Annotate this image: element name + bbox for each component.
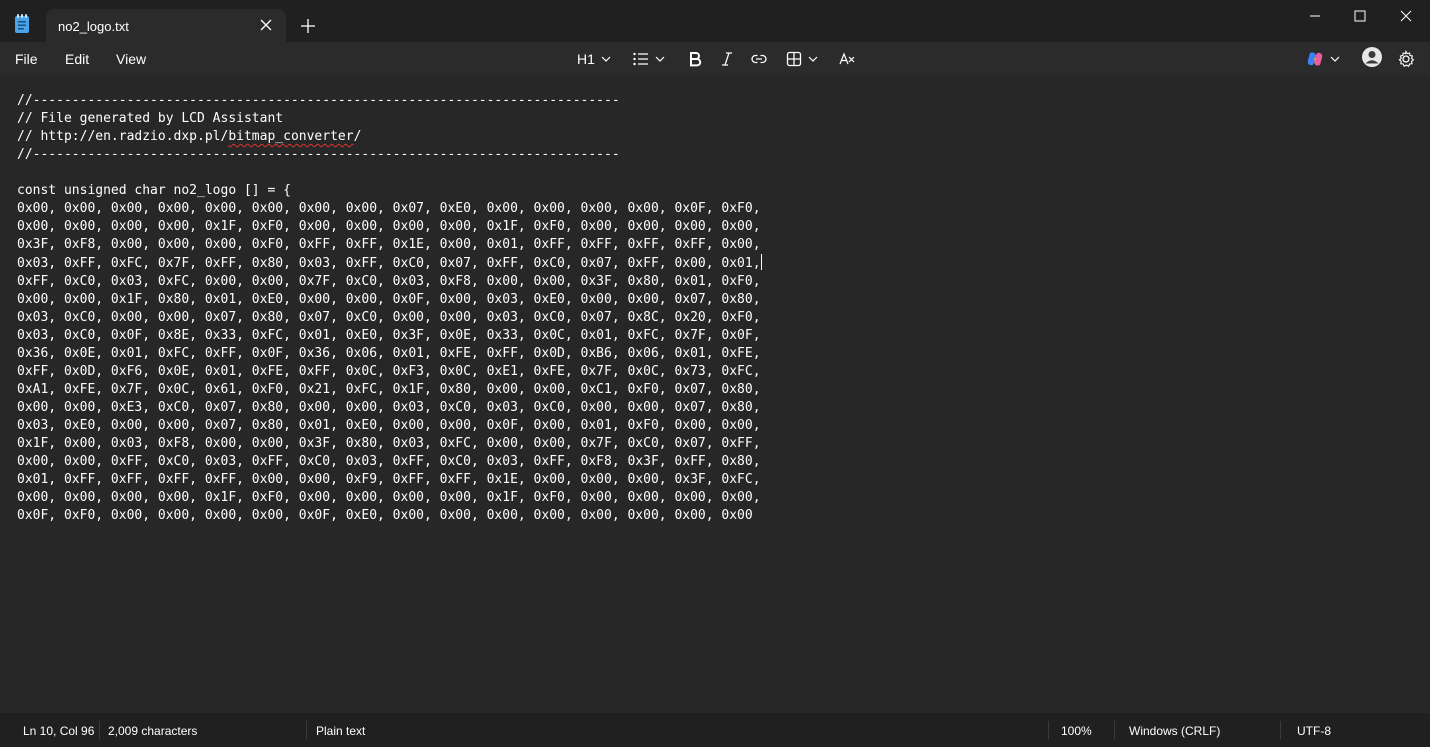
maximize-button[interactable] <box>1337 0 1383 32</box>
close-window-icon <box>1400 10 1412 22</box>
line-19: 0x03, 0xE0, 0x00, 0x00, 0x07, 0x80, 0x01… <box>17 418 761 433</box>
chevron-down-icon <box>808 56 818 62</box>
line-16: 0xFF, 0x0D, 0xF6, 0x0E, 0x01, 0xFE, 0xFF… <box>17 364 761 379</box>
italic-button[interactable] <box>721 49 733 69</box>
url-suffix: / <box>353 129 362 144</box>
link-icon <box>751 54 767 64</box>
notepad-window: no2_logo.txt File Edit View H1 //-------… <box>0 0 1430 747</box>
tab-title: no2_logo.txt <box>58 19 129 34</box>
line-1: //--------------------------------------… <box>17 93 620 108</box>
line-9: 0x3F, 0xF8, 0x00, 0x00, 0x00, 0xF0, 0xFF… <box>17 237 761 252</box>
menu-view[interactable]: View <box>116 51 146 67</box>
line-ending[interactable]: Windows (CRLF) <box>1129 724 1220 738</box>
list-dropdown[interactable] <box>633 49 665 69</box>
status-divider <box>1048 721 1049 739</box>
line-18: 0x00, 0x00, 0xE3, 0xC0, 0x07, 0x80, 0x00… <box>17 400 761 415</box>
copilot-icon <box>1307 52 1323 66</box>
line-3: // http://en.radzio.dxp.pl/bitmap_conver… <box>17 129 361 144</box>
misspelled-word[interactable]: bitmap_converter <box>228 129 353 144</box>
bold-icon <box>690 52 702 67</box>
line-24: 0x0F, 0xF0, 0x00, 0x00, 0x00, 0x00, 0x0F… <box>17 508 753 523</box>
line-6: const unsigned char no2_logo [] = { <box>17 183 291 198</box>
link-button[interactable] <box>751 49 767 69</box>
notepad-app-icon <box>15 14 29 33</box>
chevron-down-icon <box>1330 56 1340 62</box>
line-20: 0x1F, 0x00, 0x03, 0xF8, 0x00, 0x00, 0x3F… <box>17 436 761 451</box>
title-bar: no2_logo.txt <box>0 0 1430 42</box>
line-23: 0x00, 0x00, 0x00, 0x00, 0x1F, 0xF0, 0x00… <box>17 490 761 505</box>
chevron-down-icon <box>655 56 665 62</box>
minimize-icon <box>1310 15 1320 17</box>
file-format[interactable]: Plain text <box>316 724 365 738</box>
account-button[interactable] <box>1361 47 1383 67</box>
menu-file[interactable]: File <box>15 51 38 67</box>
line-14: 0x03, 0xC0, 0x0F, 0x8E, 0x33, 0xFC, 0x01… <box>17 328 761 343</box>
cursor-position[interactable]: Ln 10, Col 96 <box>23 724 94 738</box>
table-icon <box>786 51 802 67</box>
clear-formatting-icon <box>839 52 855 65</box>
status-divider <box>1280 721 1281 739</box>
minimize-button[interactable] <box>1292 0 1338 32</box>
bold-button[interactable] <box>688 49 702 69</box>
zoom-level[interactable]: 100% <box>1061 724 1092 738</box>
italic-icon <box>722 52 732 66</box>
line-4: //--------------------------------------… <box>17 147 620 162</box>
encoding[interactable]: UTF-8 <box>1297 724 1331 738</box>
document-tab[interactable]: no2_logo.txt <box>46 9 286 42</box>
new-tab-icon[interactable] <box>300 18 316 34</box>
line-12: 0x00, 0x00, 0x1F, 0x80, 0x01, 0xE0, 0x00… <box>17 292 761 307</box>
url-prefix: // http://en.radzio.dxp.pl/ <box>17 129 229 144</box>
heading-dropdown[interactable]: H1 <box>577 49 611 69</box>
close-icon[interactable] <box>258 17 274 33</box>
line-15: 0x36, 0x0E, 0x01, 0xFC, 0xFF, 0x0F, 0x36… <box>17 346 761 361</box>
status-divider <box>306 721 307 739</box>
line-7: 0x00, 0x00, 0x00, 0x00, 0x00, 0x00, 0x00… <box>17 201 761 216</box>
heading-label: H1 <box>577 51 595 67</box>
line-21: 0x00, 0x00, 0xFF, 0xC0, 0x03, 0xFF, 0xC0… <box>17 454 761 469</box>
line-8: 0x00, 0x00, 0x00, 0x00, 0x1F, 0xF0, 0x00… <box>17 219 761 234</box>
line-13: 0x03, 0xC0, 0x00, 0x00, 0x07, 0x80, 0x07… <box>17 310 761 325</box>
copilot-dropdown[interactable] <box>1306 49 1340 69</box>
status-divider <box>1114 721 1115 739</box>
line-17: 0xA1, 0xFE, 0x7F, 0x0C, 0x61, 0xF0, 0x21… <box>17 382 761 397</box>
maximize-icon <box>1354 10 1366 22</box>
menu-bar: File Edit View H1 <box>0 42 1430 76</box>
settings-button[interactable] <box>1397 49 1415 69</box>
editor-content[interactable]: //--------------------------------------… <box>17 92 762 525</box>
bulleted-list-icon <box>633 52 648 66</box>
close-window-button[interactable] <box>1383 0 1429 32</box>
line-10: 0x03, 0xFF, 0xFC, 0x7F, 0xFF, 0x80, 0x03… <box>17 256 761 271</box>
line-22: 0x01, 0xFF, 0xFF, 0xFF, 0xFF, 0x00, 0x00… <box>17 472 761 487</box>
table-dropdown[interactable] <box>786 49 818 69</box>
text-caret <box>760 254 762 270</box>
menu-edit[interactable]: Edit <box>65 51 89 67</box>
text-editor[interactable]: //--------------------------------------… <box>0 76 1430 713</box>
status-divider <box>99 721 100 739</box>
line-11: 0xFF, 0xC0, 0x03, 0xFC, 0x00, 0x00, 0x7F… <box>17 274 761 289</box>
chevron-down-icon <box>601 56 611 62</box>
avatar-icon <box>1362 47 1382 67</box>
line-2: // File generated by LCD Assistant <box>17 111 284 126</box>
status-bar: Ln 10, Col 96 2,009 characters Plain tex… <box>0 713 1430 747</box>
clear-formatting-button[interactable] <box>839 49 855 69</box>
character-count: 2,009 characters <box>108 724 198 738</box>
gear-icon <box>1398 50 1415 68</box>
